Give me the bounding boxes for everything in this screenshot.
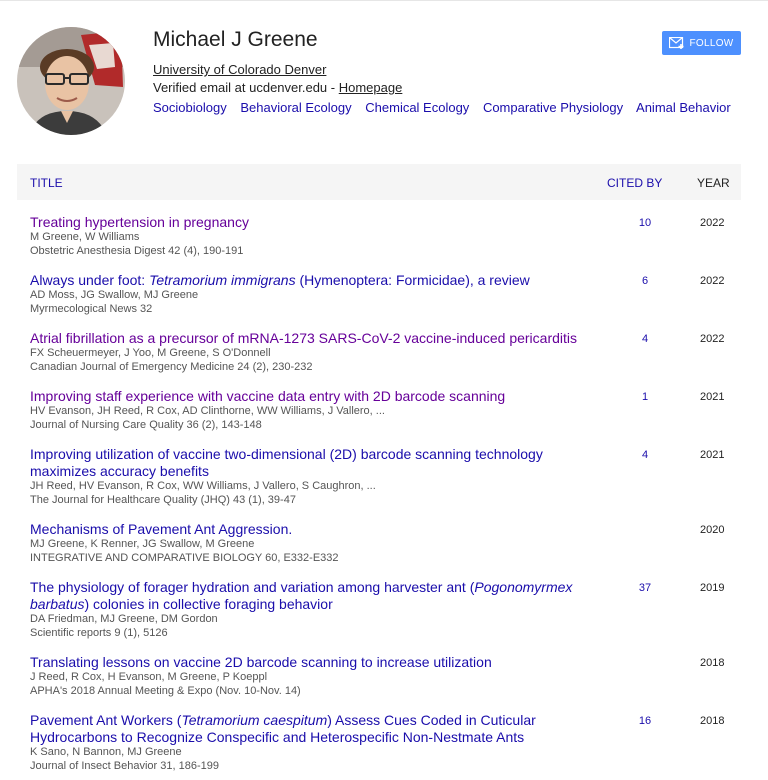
- interest-behavioral-ecology[interactable]: Behavioral Ecology: [240, 100, 351, 115]
- affiliation-link[interactable]: University of Colorado Denver: [153, 62, 326, 77]
- publication-authors: J Reed, R Cox, H Evanson, M Greene, P Ko…: [30, 671, 268, 683]
- publication-title-link[interactable]: Translating lessons on vaccine 2D barcod…: [30, 654, 602, 671]
- publication-venue: The Journal for Healthcare Quality (JHQ)…: [30, 494, 296, 506]
- publication-venue: Canadian Journal of Emergency Medicine 2…: [30, 361, 313, 373]
- publication-venue: INTEGRATIVE AND COMPARATIVE BIOLOGY 60, …: [30, 552, 339, 564]
- cited-by-count[interactable]: 10: [630, 217, 660, 229]
- verified-email: Verified email at ucdenver.edu - Homepag…: [153, 80, 402, 95]
- interest-chemical-ecology[interactable]: Chemical Ecology: [365, 100, 469, 115]
- title-text: Atrial fibrillation as a precursor of mR…: [30, 330, 578, 346]
- title-text: ) colonies in collective foraging behavi…: [84, 596, 333, 612]
- title-text: Translating lessons on vaccine 2D barcod…: [30, 654, 492, 670]
- sort-by-title[interactable]: TITLE: [30, 176, 63, 190]
- title-text: Improving utilization of vaccine two-dim…: [30, 446, 543, 479]
- table-header: TITLE CITED BY YEAR: [17, 164, 741, 200]
- publication-year: 2021: [700, 391, 725, 403]
- publication-year: 2022: [700, 217, 725, 229]
- title-text: Tetramorium immigrans: [149, 272, 296, 288]
- publication-year: 2022: [700, 275, 725, 287]
- follow-label: FOLLOW: [689, 37, 734, 49]
- publication-year: 2021: [700, 449, 725, 461]
- sort-by-cited[interactable]: CITED BY: [607, 176, 662, 190]
- cited-by-count[interactable]: 16: [630, 715, 660, 727]
- interest-animal-behavior[interactable]: Animal Behavior: [636, 100, 731, 115]
- publication-year: 2018: [700, 715, 725, 727]
- publication-title-link[interactable]: Atrial fibrillation as a precursor of mR…: [30, 330, 602, 347]
- publication-authors: JH Reed, HV Evanson, R Cox, WW Williams,…: [30, 480, 376, 492]
- top-divider: [0, 0, 768, 1]
- publication-authors: M Greene, W Williams: [30, 231, 140, 243]
- interest-comparative-physiology[interactable]: Comparative Physiology: [483, 100, 623, 115]
- publication-authors: K Sano, N Bannon, MJ Greene: [30, 746, 182, 758]
- profile-photo: [17, 27, 125, 135]
- title-text: Always under foot:: [30, 272, 150, 288]
- cited-by-count[interactable]: 1: [630, 391, 660, 403]
- publication-title-link[interactable]: Mechanisms of Pavement Ant Aggression.: [30, 521, 602, 538]
- publication-authors: HV Evanson, JH Reed, R Cox, AD Clinthorn…: [30, 405, 385, 417]
- publication-authors: MJ Greene, K Renner, JG Swallow, M Green…: [30, 538, 255, 550]
- publication-venue: Journal of Nursing Care Quality 36 (2), …: [30, 419, 262, 431]
- publication-venue: Journal of Insect Behavior 31, 186-199: [30, 760, 219, 772]
- publication-year: 2022: [700, 333, 725, 345]
- title-text: Improving staff experience with vaccine …: [30, 388, 506, 404]
- interest-sociobiology[interactable]: Sociobiology: [153, 100, 227, 115]
- publication-authors: FX Scheuermeyer, J Yoo, M Greene, S O'Do…: [30, 347, 271, 359]
- cited-by-count[interactable]: 4: [630, 333, 660, 345]
- title-text: Tetramorium caespitum: [181, 712, 328, 728]
- title-text: (Hymenoptera: Formicidae), a review: [295, 272, 530, 288]
- publication-venue: APHA's 2018 Annual Meeting & Expo (Nov. …: [30, 685, 301, 697]
- publication-title-link[interactable]: Pavement Ant Workers (Tetramorium caespi…: [30, 712, 602, 746]
- publication-authors: AD Moss, JG Swallow, MJ Greene: [30, 289, 199, 301]
- publication-year: 2020: [700, 524, 725, 536]
- verified-email-text: Verified email at ucdenver.edu -: [153, 80, 339, 95]
- publication-title-link[interactable]: Treating hypertension in pregnancy: [30, 214, 602, 231]
- cited-by-count[interactable]: 6: [630, 275, 660, 287]
- follow-button[interactable]: FOLLOW: [662, 31, 741, 55]
- publication-venue: Scientific reports 9 (1), 5126: [30, 627, 168, 639]
- sort-by-year[interactable]: YEAR: [697, 176, 730, 190]
- title-text: The physiology of forager hydration and …: [30, 579, 475, 595]
- publication-venue: Myrmecological News 32: [30, 303, 153, 315]
- publication-title-link[interactable]: Always under foot: Tetramorium immigrans…: [30, 272, 602, 289]
- mail-follow-icon: [669, 37, 684, 49]
- profile-name: Michael J Greene: [153, 28, 318, 51]
- cited-by-count[interactable]: 4: [630, 449, 660, 461]
- publication-title-link[interactable]: Improving utilization of vaccine two-dim…: [30, 446, 602, 480]
- cited-by-count[interactable]: 37: [630, 582, 660, 594]
- research-interests: Sociobiology Behavioral Ecology Chemical…: [153, 100, 741, 115]
- publication-year: 2018: [700, 657, 725, 669]
- title-text: Mechanisms of Pavement Ant Aggression.: [30, 521, 293, 537]
- avatar[interactable]: [17, 27, 125, 135]
- publication-title-link[interactable]: Improving staff experience with vaccine …: [30, 388, 602, 405]
- title-text: Treating hypertension in pregnancy: [30, 214, 249, 230]
- publication-year: 2019: [700, 582, 725, 594]
- title-text: Pavement Ant Workers (: [30, 712, 182, 728]
- publication-authors: DA Friedman, MJ Greene, DM Gordon: [30, 613, 218, 625]
- publication-venue: Obstetric Anesthesia Digest 42 (4), 190-…: [30, 245, 244, 257]
- publication-title-link[interactable]: The physiology of forager hydration and …: [30, 579, 602, 613]
- homepage-link[interactable]: Homepage: [339, 80, 403, 95]
